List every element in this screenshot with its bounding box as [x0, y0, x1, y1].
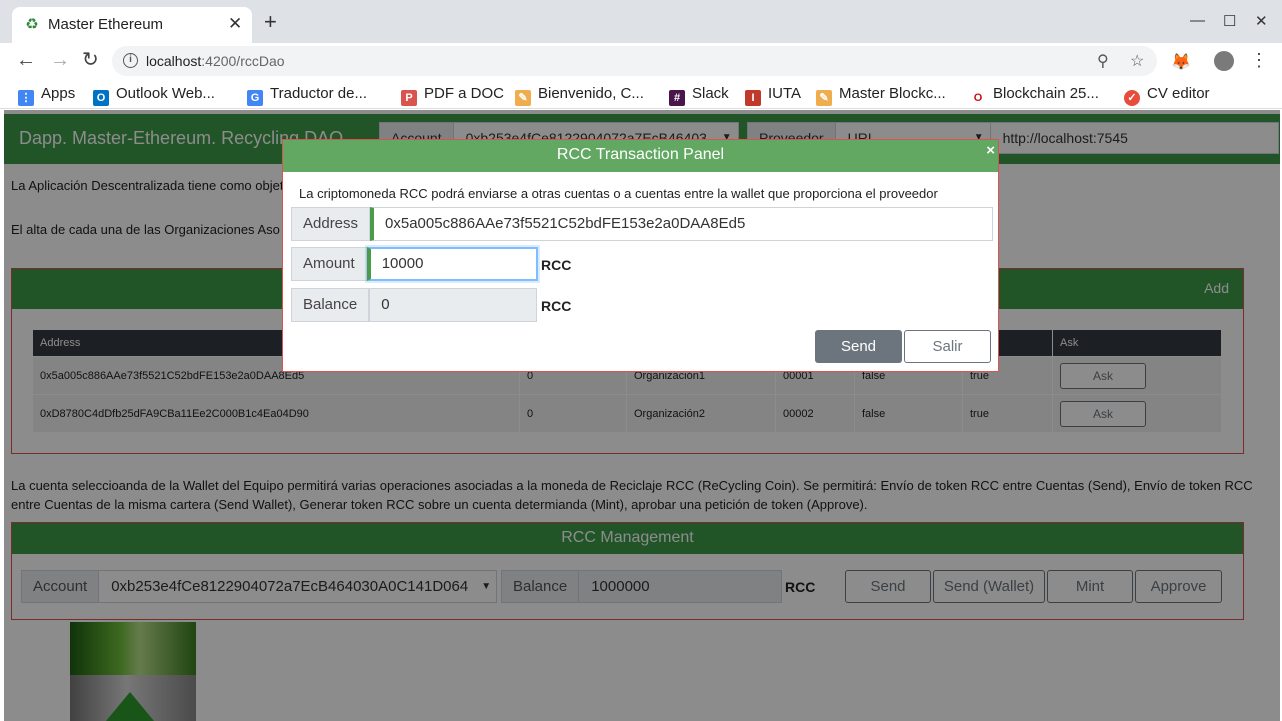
reload-icon[interactable]: ↻	[82, 50, 99, 70]
slack-icon: #	[669, 90, 685, 106]
forward-arrow-icon[interactable]: →	[50, 50, 70, 70]
menu-dots-icon[interactable]: ⋮	[1250, 50, 1268, 71]
browser-tab[interactable]: ♻ Master Ethereum ✕	[12, 7, 252, 43]
balance-label: Balance	[291, 288, 370, 322]
close-tab-icon[interactable]: ✕	[228, 14, 242, 34]
modal-description: La criptomoneda RCC podrá enviarse a otr…	[299, 186, 938, 201]
balance-group: Balance 0	[291, 288, 538, 322]
pencil-icon: ✎	[816, 90, 832, 106]
avatar[interactable]	[1214, 51, 1234, 71]
bookmark-outlook[interactable]: O Outlook Web...	[93, 85, 215, 106]
amount-group: Amount 10000	[291, 247, 538, 281]
address-input[interactable]: 0x5a005c886AAe73f5521C52bdFE153e2a0DAA8E…	[370, 207, 994, 241]
star-icon[interactable]: ☆	[1130, 51, 1144, 71]
bookmark-master[interactable]: ✎ Master Blockc...	[816, 85, 946, 106]
balance-unit-label: RCC	[541, 298, 572, 314]
modal-title: RCC Transaction Panel	[556, 146, 725, 163]
modal-exit-button[interactable]: Salir	[904, 330, 991, 363]
outlook-icon: O	[93, 90, 109, 106]
browser-tab-bar: ♻ Master Ethereum ✕ + — ☐ ✕	[0, 0, 1282, 43]
address-bar[interactable]: i localhost:4200/rccDao ⚲ ☆	[112, 46, 1157, 76]
bookmark-apps[interactable]: ⋮ Apps	[18, 85, 75, 106]
bookmark-blockchain[interactable]: O Blockchain 25...	[970, 85, 1099, 106]
browser-toolbar: ← → ↻ i localhost:4200/rccDao ⚲ ☆ 🦊 ⋮	[0, 43, 1282, 79]
zoom-icon[interactable]: ⚲	[1097, 51, 1109, 71]
close-icon[interactable]: ×	[986, 142, 995, 159]
back-arrow-icon[interactable]: ←	[16, 50, 36, 70]
bookmark-slack[interactable]: # Slack	[669, 85, 729, 106]
url-text: localhost:4200/rccDao	[146, 53, 285, 69]
address-label: Address	[291, 207, 371, 241]
metamask-icon[interactable]: 🦊	[1171, 52, 1191, 72]
iuta-icon: I	[745, 90, 761, 106]
bookmark-bienvenido[interactable]: ✎ Bienvenido, C...	[515, 85, 644, 106]
amount-input[interactable]: 10000	[366, 247, 538, 281]
balance-field: 0	[369, 288, 538, 322]
bookmarks-bar: ⋮ Apps O Outlook Web... G Traductor de... P…	[0, 79, 1282, 109]
minimize-icon[interactable]: —	[1190, 12, 1205, 29]
maximize-icon[interactable]: ☐	[1223, 12, 1236, 30]
modal-send-button[interactable]: Send	[815, 330, 902, 363]
info-icon[interactable]: i	[123, 53, 138, 68]
rcc-transaction-modal: RCC Transaction Panel × La criptomoneda …	[282, 139, 999, 372]
new-tab-icon[interactable]: +	[264, 11, 277, 33]
tab-title: Master Ethereum	[48, 16, 164, 33]
bookmark-iuta[interactable]: I IUTA	[745, 85, 801, 106]
bookmark-pdf[interactable]: P PDF a DOC	[401, 85, 504, 106]
pencil-icon: ✎	[515, 90, 531, 106]
apps-grid-icon: ⋮	[18, 90, 34, 106]
address-group: Address 0x5a005c886AAe73f5521C52bdFE153e…	[291, 207, 994, 241]
pdf-icon: P	[401, 90, 417, 106]
amount-label: Amount	[291, 247, 367, 281]
close-window-icon[interactable]: ✕	[1255, 12, 1268, 30]
amount-unit-label: RCC	[541, 257, 572, 273]
bookmark-translator[interactable]: G Traductor de...	[247, 85, 367, 106]
opera-icon: O	[970, 90, 986, 106]
bookmark-cv-editor[interactable]: ✓ CV editor	[1124, 85, 1210, 106]
google-translate-icon: G	[247, 90, 263, 106]
modal-header: RCC Transaction Panel ×	[283, 140, 998, 172]
check-circle-icon: ✓	[1124, 90, 1140, 106]
recycle-icon: ♻	[25, 16, 39, 33]
